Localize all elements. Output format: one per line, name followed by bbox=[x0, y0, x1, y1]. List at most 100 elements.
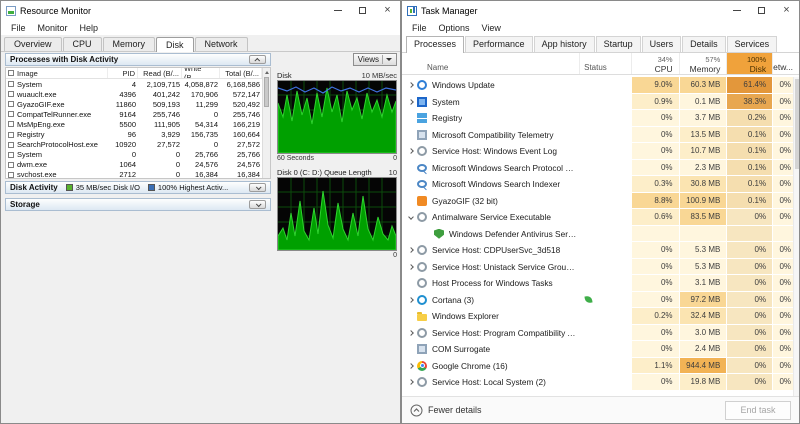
column-header-pid[interactable]: PID bbox=[108, 68, 138, 78]
fewer-details-toggle[interactable]: Fewer details bbox=[410, 404, 482, 417]
views-button[interactable]: Views bbox=[352, 53, 397, 66]
task-row[interactable]: Service Host: CDPUserSvc_3d518 0% 5.3 MB 0%… bbox=[402, 242, 799, 259]
task-row[interactable]: GyazoGIF (32 bit) 8.8% 100.9 MB 0.1% 0% bbox=[402, 192, 799, 209]
tab-app-history[interactable]: App history bbox=[533, 36, 595, 52]
scrollbar[interactable] bbox=[262, 68, 270, 178]
tab-startup[interactable]: Startup bbox=[595, 36, 641, 52]
task-row[interactable]: Service Host: Program Compatibility Assi… bbox=[402, 324, 799, 341]
close-button[interactable]: × bbox=[774, 1, 799, 20]
task-row[interactable]: Windows Explorer 0.2% 32.4 MB 0% 0% bbox=[402, 308, 799, 325]
tab-processes[interactable]: Processes bbox=[406, 36, 465, 53]
expand-right-icon[interactable] bbox=[405, 379, 416, 386]
table-row[interactable]: svchost.exe 2712 0 16,384 16,384 bbox=[6, 170, 262, 178]
menu-item-monitor[interactable]: Monitor bbox=[32, 23, 74, 33]
task-row[interactable]: Service Host: Unistack Service Group (4)… bbox=[402, 258, 799, 275]
task-row[interactable]: Windows Defender Antivirus Service bbox=[402, 225, 799, 242]
row-checkbox[interactable] bbox=[8, 121, 14, 128]
end-task-button[interactable]: End task bbox=[725, 400, 791, 420]
expand-right-icon[interactable] bbox=[405, 296, 416, 303]
table-row[interactable]: CompatTelRunner.exe 9164 255,746 0 255,746 bbox=[6, 109, 262, 119]
processes-section-header[interactable]: Processes with Disk Activity bbox=[5, 53, 271, 66]
column-header-network[interactable]: Netw... bbox=[772, 53, 799, 74]
column-header-write-b[interactable]: Write (B... bbox=[182, 68, 220, 78]
column-header-name[interactable]: Name bbox=[402, 53, 579, 74]
table-row[interactable]: System 0 0 25,766 25,766 bbox=[6, 150, 262, 160]
expand-right-icon[interactable] bbox=[405, 263, 416, 270]
expand-right-icon[interactable] bbox=[405, 329, 416, 336]
close-button[interactable]: × bbox=[375, 1, 400, 20]
task-row[interactable]: Microsoft Compatibility Telemetry 0% 13.5 … bbox=[402, 126, 799, 143]
table-row[interactable]: wuauclt.exe 4396 401,242 170,906 572,147 bbox=[6, 89, 262, 99]
tab-disk[interactable]: Disk bbox=[156, 37, 194, 52]
column-header-disk[interactable]: 100% Disk bbox=[726, 53, 773, 74]
task-row[interactable]: Registry 0% 3.7 MB 0.2% 0% bbox=[402, 110, 799, 127]
tab-cpu[interactable]: CPU bbox=[62, 37, 102, 51]
maximize-button[interactable] bbox=[749, 1, 774, 20]
tab-services[interactable]: Services bbox=[726, 36, 778, 52]
column-header-memory[interactable]: 57% Memory bbox=[678, 53, 727, 74]
row-checkbox[interactable] bbox=[8, 91, 14, 98]
column-header-cpu[interactable]: 34% CPU bbox=[630, 53, 679, 74]
row-checkbox[interactable] bbox=[8, 171, 14, 178]
expand-right-icon[interactable] bbox=[405, 98, 416, 105]
expand-right-icon[interactable] bbox=[405, 247, 416, 254]
task-row[interactable]: Microsoft Windows Search Protocol Host 0%… bbox=[402, 159, 799, 176]
column-header-read-b[interactable]: Read (B/... bbox=[138, 68, 182, 78]
scroll-thumb[interactable] bbox=[795, 79, 799, 169]
column-header-total-b[interactable]: Total (B/... bbox=[220, 68, 262, 78]
task-row[interactable]: Cortana (3) 0% 97.2 MB 0% 0% bbox=[402, 291, 799, 308]
task-row[interactable]: Windows Update 9.0% 60.3 MB 61.4% 0% bbox=[402, 77, 799, 94]
table-row[interactable]: dwm.exe 1064 0 24,576 24,576 bbox=[6, 160, 262, 170]
menu-item-view[interactable]: View bbox=[476, 23, 507, 33]
tab-network[interactable]: Network bbox=[194, 37, 248, 51]
scrollbar[interactable] bbox=[793, 77, 799, 396]
scroll-thumb[interactable] bbox=[264, 77, 269, 107]
table-row[interactable]: SearchProtocolHost.exe 10920 27,572 0 27,572 bbox=[6, 140, 262, 150]
row-checkbox[interactable] bbox=[8, 111, 14, 118]
tab-performance[interactable]: Performance bbox=[465, 36, 533, 52]
tab-details[interactable]: Details bbox=[682, 36, 726, 52]
tab-memory[interactable]: Memory bbox=[102, 37, 156, 51]
task-row[interactable]: Microsoft Windows Search Indexer 0.3% 30.8… bbox=[402, 176, 799, 193]
scroll-up-icon[interactable] bbox=[263, 68, 270, 76]
menu-item-file[interactable]: File bbox=[406, 23, 433, 33]
collapse-button[interactable] bbox=[249, 200, 266, 209]
column-header-image[interactable]: Image bbox=[6, 68, 108, 78]
disk-activity-section-header[interactable]: Disk Activity 35 MB/sec Disk I/O 100% Hig… bbox=[5, 181, 271, 194]
table-row[interactable]: Registry 96 3,929 156,735 160,664 bbox=[6, 129, 262, 139]
menu-item-file[interactable]: File bbox=[5, 23, 32, 33]
minimize-button[interactable] bbox=[724, 1, 749, 20]
table-row[interactable]: System 4 2,109,715 4,058,872 6,168,586 bbox=[6, 79, 262, 89]
collapse-button[interactable] bbox=[249, 55, 266, 64]
task-row[interactable]: COM Surrogate 0% 2.4 MB 0% 0% bbox=[402, 341, 799, 358]
task-row[interactable]: System 0.9% 0.1 MB 38.3% 0% bbox=[402, 93, 799, 110]
tab-users[interactable]: Users bbox=[641, 36, 682, 52]
select-all-checkbox[interactable] bbox=[8, 70, 14, 76]
minimize-button[interactable] bbox=[325, 1, 350, 20]
table-row[interactable]: MsMpEng.exe 5500 111,905 54,314 166,219 bbox=[6, 119, 262, 129]
task-row[interactable]: Service Host: Windows Event Log 0% 10.7 MB… bbox=[402, 143, 799, 160]
expand-right-icon[interactable] bbox=[405, 362, 416, 369]
menu-item-help[interactable]: Help bbox=[74, 23, 105, 33]
row-checkbox[interactable] bbox=[8, 131, 14, 138]
row-checkbox[interactable] bbox=[8, 81, 14, 88]
collapse-button[interactable] bbox=[249, 183, 266, 192]
titlebar[interactable]: Resource Monitor × bbox=[1, 1, 400, 20]
task-row[interactable]: Service Host: Local System (2) 0% 19.8 MB 0… bbox=[402, 374, 799, 391]
maximize-button[interactable] bbox=[350, 1, 375, 20]
tab-overview[interactable]: Overview bbox=[4, 37, 62, 51]
task-row[interactable]: Antimalware Service Executable 0.6% 83.5 M… bbox=[402, 209, 799, 226]
storage-section-header[interactable]: Storage bbox=[5, 198, 271, 211]
expand-right-icon[interactable] bbox=[405, 148, 416, 155]
task-row[interactable]: Host Process for Windows Tasks 0% 3.1 MB 0%… bbox=[402, 275, 799, 292]
row-checkbox[interactable] bbox=[8, 141, 14, 148]
expand-down-icon[interactable] bbox=[405, 214, 416, 221]
row-checkbox[interactable] bbox=[8, 101, 14, 108]
titlebar[interactable]: Task Manager × bbox=[402, 1, 799, 20]
expand-right-icon[interactable] bbox=[405, 82, 416, 89]
task-row[interactable]: Google Chrome (16) 1.1% 944.4 MB 0% 0% bbox=[402, 357, 799, 374]
row-checkbox[interactable] bbox=[8, 161, 14, 168]
row-checkbox[interactable] bbox=[8, 151, 14, 158]
column-header-status[interactable]: Status bbox=[579, 53, 631, 74]
menu-item-options[interactable]: Options bbox=[433, 23, 476, 33]
